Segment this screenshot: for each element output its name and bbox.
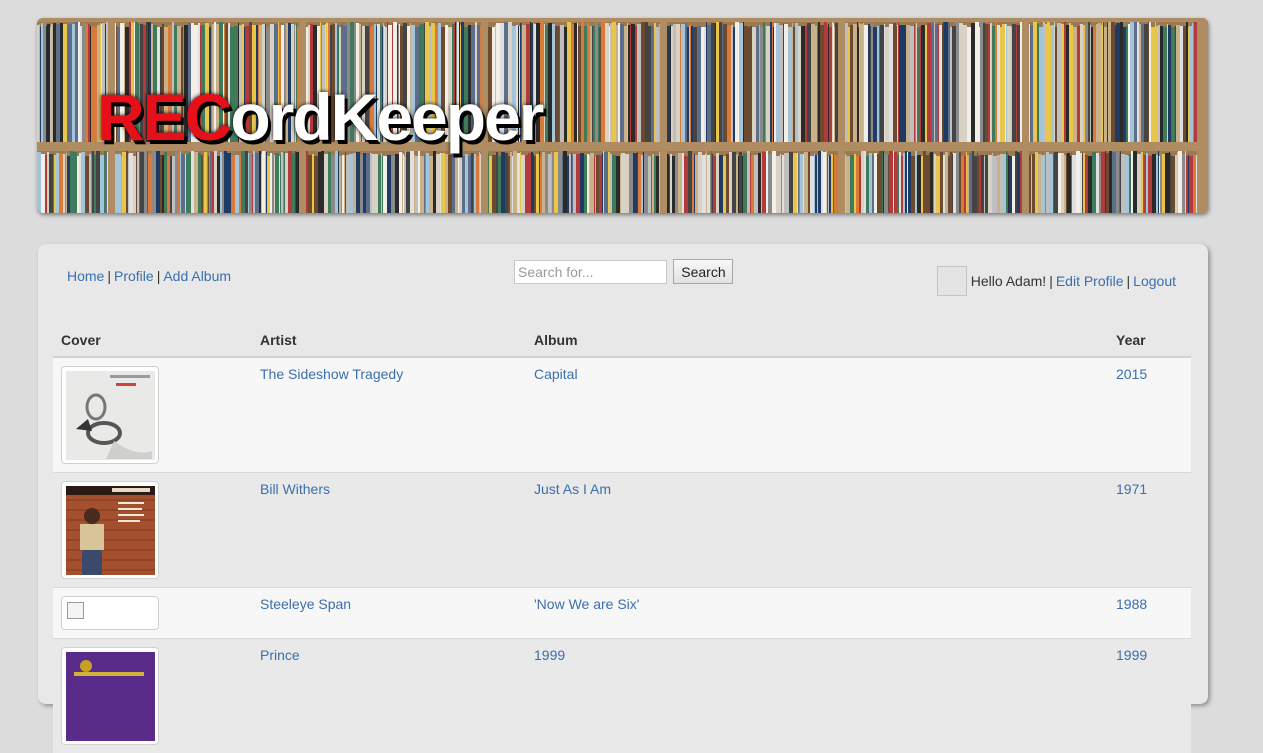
nav-separator: | — [154, 268, 164, 284]
cover-cell — [53, 588, 252, 639]
site-logo[interactable]: RECordKeeper — [97, 84, 542, 150]
artist-cell: The Sideshow Tragedy — [252, 357, 526, 473]
logo-red-text: REC — [97, 80, 230, 154]
album-cell: Just As I Am — [526, 473, 1108, 588]
albums-table: Cover Artist Album Year — [53, 324, 1191, 753]
album-cell: 'Now We are Six' — [526, 588, 1108, 639]
search-form: Search — [514, 259, 733, 284]
artist-cell: Bill Withers — [252, 473, 526, 588]
user-separator: | — [1046, 273, 1056, 289]
nav-add-album-link[interactable]: Add Album — [163, 268, 231, 284]
user-separator: | — [1124, 273, 1134, 289]
main-panel: Home|Profile|Add Album Search Hello Adam… — [38, 244, 1208, 704]
album-link[interactable]: Capital — [534, 366, 578, 382]
edit-profile-link[interactable]: Edit Profile — [1056, 273, 1124, 289]
column-header-album: Album — [526, 324, 1108, 357]
man-brick-wall-cover — [66, 486, 155, 575]
user-greeting: Hello Adam! — [971, 273, 1046, 289]
cover-cell — [53, 473, 252, 588]
artist-cell: Prince — [252, 639, 526, 753]
artist-link[interactable]: The Sideshow Tragedy — [260, 366, 403, 382]
nav-profile-link[interactable]: Profile — [114, 268, 154, 284]
column-header-cover: Cover — [53, 324, 252, 357]
album-cover-thumbnail[interactable] — [61, 647, 159, 745]
year-cell: 1999 — [1108, 639, 1191, 753]
column-header-year: Year — [1108, 324, 1191, 357]
artist-cell: Steeleye Span — [252, 588, 526, 639]
year-link[interactable]: 1971 — [1116, 481, 1147, 497]
artist-link[interactable]: Prince — [260, 647, 300, 663]
album-link[interactable]: Just As I Am — [534, 481, 611, 497]
search-input[interactable] — [514, 260, 667, 284]
handcuffs-ring-cover — [66, 371, 155, 460]
table-row: The Sideshow Tragedy Capital 2015 — [53, 357, 1191, 473]
purple-cover — [66, 652, 155, 741]
year-cell: 1988 — [1108, 588, 1191, 639]
year-link[interactable]: 2015 — [1116, 366, 1147, 382]
year-link[interactable]: 1988 — [1116, 596, 1147, 612]
year-cell: 2015 — [1108, 357, 1191, 473]
album-cover-thumbnail[interactable] — [61, 481, 159, 579]
nav-home-link[interactable]: Home — [67, 268, 104, 284]
table-row: Bill Withers Just As I Am 1971 — [53, 473, 1191, 588]
nav-separator: | — [104, 268, 114, 284]
album-link[interactable]: 'Now We are Six' — [534, 596, 639, 612]
logout-link[interactable]: Logout — [1133, 273, 1176, 289]
broken-image-icon — [67, 602, 84, 619]
year-link[interactable]: 1999 — [1116, 647, 1147, 663]
search-button[interactable]: Search — [673, 259, 733, 284]
main-nav: Home|Profile|Add Album — [67, 268, 231, 284]
album-link[interactable]: 1999 — [534, 647, 565, 663]
cover-cell — [53, 639, 252, 753]
avatar[interactable] — [937, 266, 967, 296]
album-cell: 1999 — [526, 639, 1108, 753]
column-header-artist: Artist — [252, 324, 526, 357]
table-row: Steeleye Span 'Now We are Six' 1988 — [53, 588, 1191, 639]
user-menu: Hello Adam!|Edit Profile|Logout — [937, 266, 1176, 296]
logo-white-text: ordKeeper — [230, 80, 542, 154]
header-banner: RECordKeeper — [37, 18, 1208, 213]
table-header-row: Cover Artist Album Year — [53, 324, 1191, 357]
artist-link[interactable]: Bill Withers — [260, 481, 330, 497]
album-cover-thumbnail[interactable] — [61, 596, 159, 630]
year-cell: 1971 — [1108, 473, 1191, 588]
album-cell: Capital — [526, 357, 1108, 473]
table-row: Prince 1999 1999 — [53, 639, 1191, 753]
artist-link[interactable]: Steeleye Span — [260, 596, 351, 612]
album-cover-thumbnail[interactable] — [61, 366, 159, 464]
cover-cell — [53, 357, 252, 473]
